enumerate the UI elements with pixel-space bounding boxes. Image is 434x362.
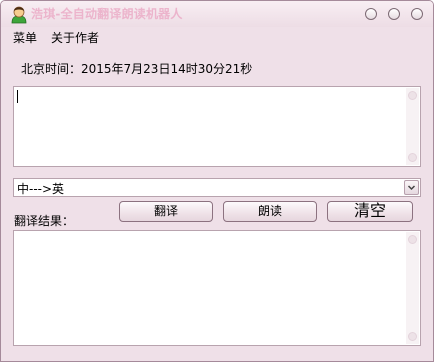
clear-button[interactable]: 清空 xyxy=(327,201,413,222)
maximize-button[interactable] xyxy=(388,8,400,20)
read-aloud-button[interactable]: 朗读 xyxy=(223,201,317,222)
scroll-down-icon[interactable] xyxy=(408,332,417,341)
menu-item-menu[interactable]: 菜单 xyxy=(13,29,37,46)
window-title: 浩琪-全自动翻译朗读机器人 xyxy=(31,7,183,21)
minimize-button[interactable] xyxy=(365,8,377,20)
result-scrollbar[interactable] xyxy=(406,232,419,344)
scroll-up-icon[interactable] xyxy=(408,91,417,100)
close-button[interactable] xyxy=(411,8,423,20)
translation-result-box[interactable] xyxy=(13,230,421,346)
translate-button[interactable]: 翻译 xyxy=(119,201,213,222)
chevron-down-icon xyxy=(407,185,416,191)
scroll-up-icon[interactable] xyxy=(408,235,417,244)
source-text-input[interactable] xyxy=(13,86,421,167)
menu-item-about-author[interactable]: 关于作者 xyxy=(51,29,99,46)
direction-selected-value: 中--->英 xyxy=(17,182,65,196)
app-window: 浩琪-全自动翻译朗读机器人 菜单 关于作者 北京时间：2015年7月23日14时… xyxy=(0,0,434,362)
beijing-time-label: 北京时间：2015年7月23日14时30分21秒 xyxy=(21,62,253,76)
user-avatar-icon xyxy=(11,6,27,24)
menu-bar: 菜单 关于作者 xyxy=(1,27,433,47)
source-scrollbar[interactable] xyxy=(406,88,419,165)
text-caret xyxy=(17,90,18,103)
dropdown-button[interactable] xyxy=(404,180,419,195)
title-bar[interactable]: 浩琪-全自动翻译朗读机器人 xyxy=(1,1,433,27)
result-label: 翻译结果： xyxy=(14,214,75,228)
scroll-down-icon[interactable] xyxy=(408,153,417,162)
translation-direction-select[interactable]: 中--->英 xyxy=(13,178,421,197)
